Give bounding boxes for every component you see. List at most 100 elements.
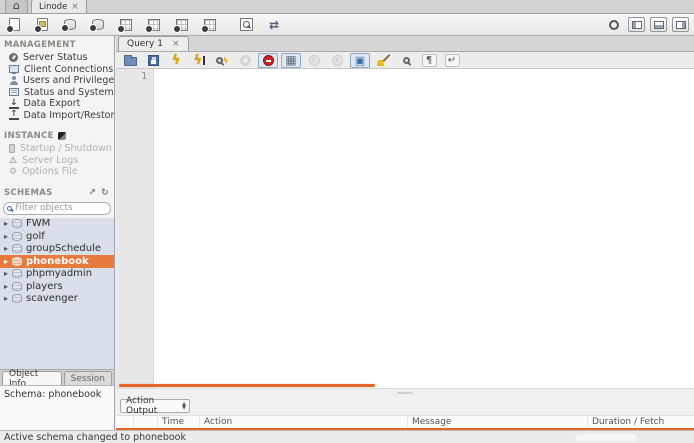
main-toolbar-left [5, 16, 283, 34]
open-script-button[interactable] [120, 53, 140, 68]
new-view-button[interactable] [117, 16, 135, 34]
schema-filter-input[interactable] [15, 203, 105, 213]
expander-icon[interactable] [4, 256, 8, 267]
column-header-index[interactable] [134, 416, 158, 428]
status-message: Active schema changed to phonebook [4, 432, 186, 443]
tab-object-info[interactable]: Object Info [2, 371, 62, 385]
new-procedure-button[interactable] [145, 16, 163, 34]
stop-execution-button[interactable] [235, 53, 255, 68]
find-icon [403, 57, 410, 64]
save-script-button[interactable] [143, 53, 163, 68]
new-schema-icon [64, 19, 76, 30]
schema-item-players[interactable]: players [0, 280, 114, 293]
output-grid-header: Time Action Message Duration / Fetch [116, 415, 694, 428]
left-panel-icon [632, 21, 642, 29]
sql-editor: 1 [116, 69, 694, 388]
toggle-bottom-panel-button[interactable] [650, 17, 667, 32]
stop-on-error-icon [263, 55, 274, 66]
new-schema-button[interactable] [61, 16, 79, 34]
toggle-invisible-characters-button[interactable] [419, 53, 439, 68]
close-icon[interactable]: × [172, 39, 180, 49]
cursor-icon [203, 56, 205, 65]
home-tab[interactable] [5, 0, 28, 13]
new-function-icon [176, 19, 188, 31]
sidebar-item-client-connections[interactable]: Client Connections [0, 64, 114, 76]
word-wrap-icon [445, 54, 460, 67]
output-view-label: Action Output [126, 396, 182, 416]
schema-item-scavenger[interactable]: scavenger [0, 293, 114, 306]
horizontal-scrollbar[interactable] [119, 384, 375, 387]
sidebar-item-label: Server Logs [22, 155, 78, 166]
execute-script-button[interactable] [166, 53, 186, 68]
expander-icon[interactable] [4, 293, 8, 304]
find-button[interactable] [396, 53, 416, 68]
status-ring-button[interactable] [605, 16, 623, 34]
open-sql-script-button[interactable] [33, 16, 51, 34]
toggle-word-wrap-button[interactable] [442, 53, 462, 68]
new-event-button[interactable] [201, 16, 219, 34]
expander-icon[interactable] [4, 218, 8, 229]
expander-icon[interactable] [4, 281, 8, 292]
expander-icon[interactable] [4, 268, 8, 279]
commit-button[interactable]: ✓ [304, 53, 324, 68]
schema-item-groupschedule[interactable]: groupSchedule [0, 243, 114, 256]
editor-area: Query 1 × ✓ × 1 [116, 36, 694, 430]
tab-session[interactable]: Session [64, 371, 112, 385]
search-table-data-button[interactable] [237, 16, 255, 34]
schema-item-fwm[interactable]: FWM [0, 218, 114, 231]
query-tab-bar: Query 1 × [116, 36, 694, 52]
spinner-icon[interactable]: ▲▼ [182, 402, 186, 410]
sidebar-item-options-file[interactable]: Options File [0, 166, 114, 178]
instance-section-title: INSTANCE [0, 127, 114, 143]
info-tab-bar: Object Info Session [0, 369, 114, 385]
explain-plan-button[interactable] [212, 53, 232, 68]
sidebar-item-startup-shutdown[interactable]: Startup / Shutdown [0, 143, 114, 155]
output-view-selector[interactable]: Action Output ▲▼ [120, 399, 190, 413]
schema-item-golf[interactable]: golf [0, 230, 114, 243]
reconnect-dbms-button[interactable] [265, 16, 283, 34]
refresh-icon[interactable] [101, 188, 109, 198]
schema-item-phonebook[interactable]: phonebook [0, 255, 114, 268]
toggle-right-panel-button[interactable] [672, 17, 689, 32]
right-panel-icon [676, 21, 686, 29]
sidebar-item-label: Data Import/Restore [24, 110, 114, 121]
toggle-left-panel-button[interactable] [628, 17, 645, 32]
sidebar-item-system-variables[interactable]: Status and System Variables [0, 87, 114, 99]
sidebar-item-server-status[interactable]: Server Status [0, 52, 114, 64]
save-script-icon [148, 55, 159, 66]
toggle-stop-on-error-button[interactable] [258, 53, 278, 68]
new-function-button[interactable] [173, 16, 191, 34]
close-icon[interactable]: × [71, 2, 79, 12]
execute-statement-button[interactable] [189, 53, 209, 68]
sidebar-item-data-export[interactable]: Data Export [0, 98, 114, 110]
rollback-button[interactable]: × [327, 53, 347, 68]
tab-query-1[interactable]: Query 1 × [118, 36, 189, 51]
schema-label: players [26, 281, 63, 292]
open-sql-script-icon [37, 18, 48, 31]
sidebar-item-data-import[interactable]: Data Import/Restore [0, 110, 114, 122]
toggle-autocommit-button[interactable] [350, 53, 370, 68]
sidebar-item-label: Server Status [23, 52, 87, 63]
column-header-duration[interactable]: Duration / Fetch [588, 416, 694, 428]
sql-editor-text-area[interactable] [154, 69, 694, 388]
column-header-message[interactable]: Message [408, 416, 588, 428]
sidebar-item-users-privileges[interactable]: Users and Privileges [0, 75, 114, 87]
schema-item-phpmyadmin[interactable]: phpmyadmin [0, 268, 114, 281]
column-header-time[interactable]: Time [158, 416, 200, 428]
beautify-sql-button[interactable] [373, 53, 393, 68]
panel-splitter[interactable] [116, 388, 694, 396]
column-header-state[interactable] [116, 416, 134, 428]
connection-tab-label: Linode [39, 2, 67, 12]
sidebar-item-label: Data Export [24, 98, 81, 109]
new-query-tab-button[interactable] [5, 16, 23, 34]
expander-icon[interactable] [4, 243, 8, 254]
connection-tab[interactable]: Linode × [31, 0, 87, 13]
expander-icon[interactable] [4, 231, 8, 242]
new-table-button[interactable] [89, 16, 107, 34]
column-header-action[interactable]: Action [200, 416, 408, 428]
limit-rows-button[interactable] [281, 53, 301, 68]
main-toolbar [0, 14, 694, 36]
window-tab-bar: Linode × [0, 0, 694, 14]
sidebar-item-server-logs[interactable]: Server Logs [0, 155, 114, 167]
expand-all-icon[interactable] [88, 188, 96, 198]
